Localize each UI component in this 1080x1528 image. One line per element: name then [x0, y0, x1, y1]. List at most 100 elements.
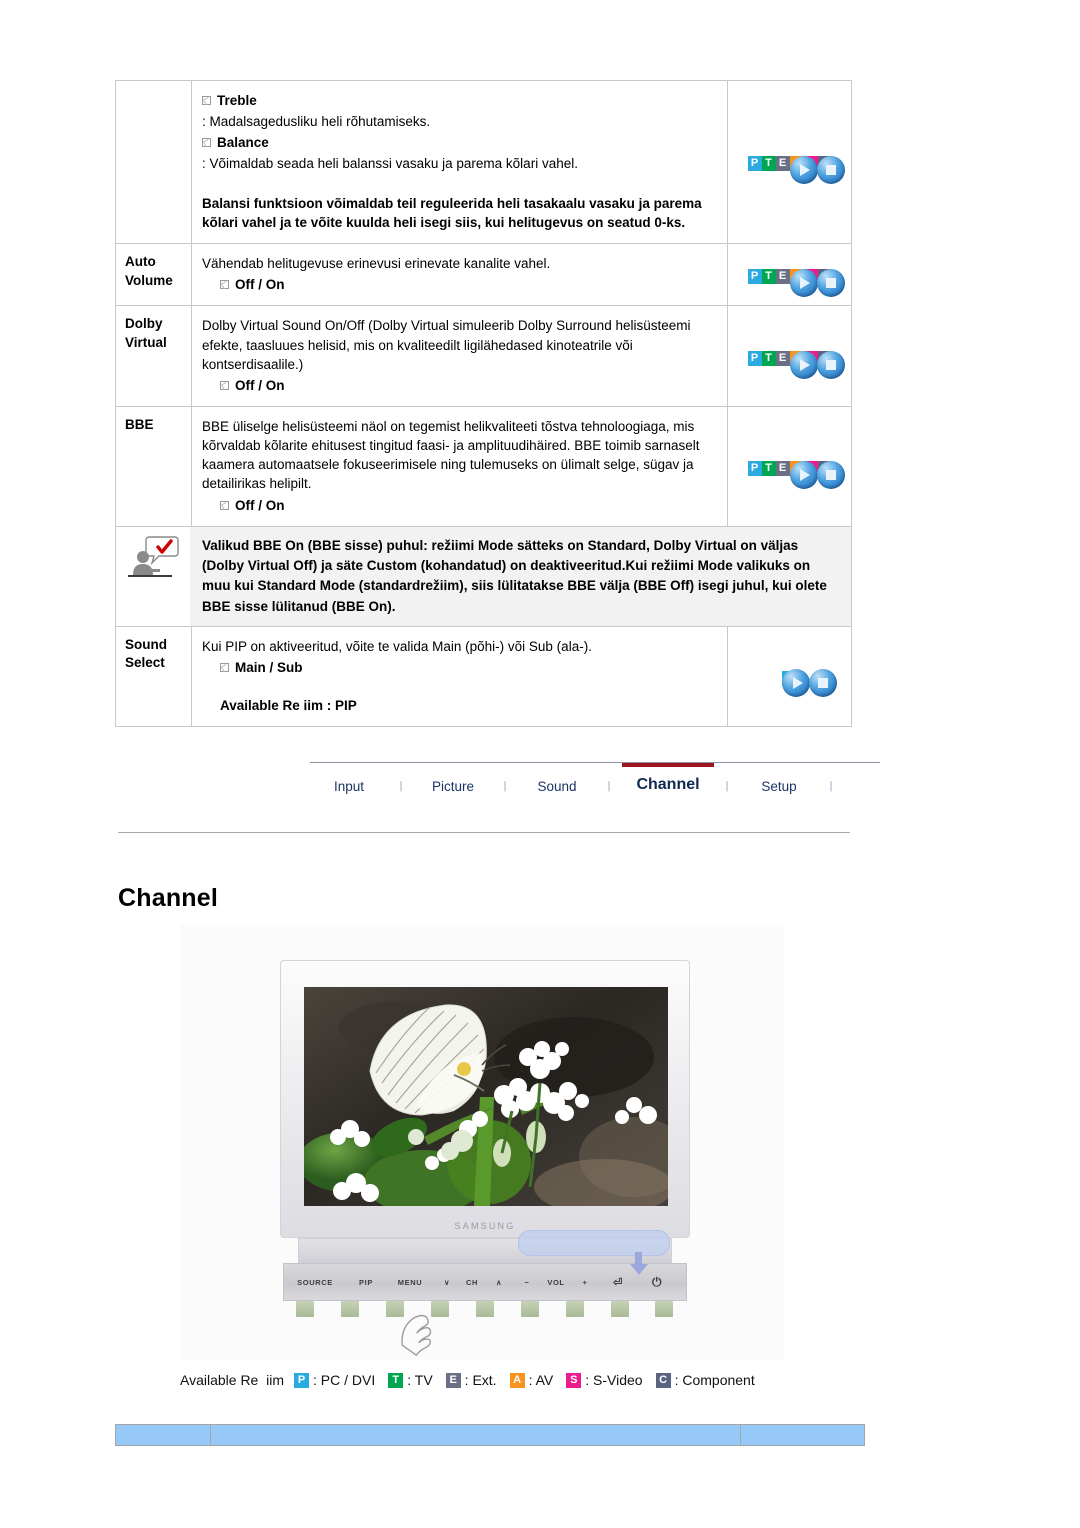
- row-icon-cell: P T E A S C: [727, 79, 852, 245]
- foot: [520, 1301, 539, 1317]
- row-option: Off / On: [202, 376, 717, 395]
- foot: [475, 1301, 494, 1317]
- row-label-dolby-virtual: Dolby Virtual: [115, 305, 192, 407]
- row-option: Off / On: [202, 275, 717, 294]
- checkbox-marker-icon: [220, 500, 229, 510]
- foot: [296, 1301, 315, 1317]
- pteasc-cell-t: T: [761, 460, 776, 476]
- bottom-bar-segment: [211, 1425, 741, 1445]
- row-lead-text: Kui PIP on aktiveeritud, võite te valida…: [202, 638, 592, 654]
- foot: [565, 1301, 584, 1317]
- nav-separator: |: [607, 780, 611, 792]
- row-lead-text: Vähendab helitugevuse erinevusi erinevat…: [202, 256, 551, 272]
- section-nav-tabs: Input | Picture | Sound | Channel | Setu…: [310, 762, 880, 798]
- pteasc-icon: P T E A S C: [747, 269, 845, 298]
- row-icon-cell: P T E A S C: [727, 405, 852, 527]
- bullet-balance-desc: : Võimaldab seada heli balanssi vasaku j…: [202, 156, 578, 172]
- tab-input[interactable]: Input: [310, 770, 388, 798]
- button-vol-plus[interactable]: +: [572, 1278, 598, 1287]
- option-label: Off / On: [235, 277, 285, 293]
- table-row: Treble : Madalsagedusliku heli rõhutamis…: [115, 79, 852, 245]
- row-label-bbe: BBE: [115, 405, 192, 527]
- option-label: Off / On: [235, 377, 285, 393]
- pteasc-icon: P T E A S C: [747, 460, 845, 489]
- legend-text: : TV: [407, 1372, 433, 1388]
- legend-item-component: C : Component: [655, 1372, 755, 1388]
- tab-channel[interactable]: Channel: [622, 763, 714, 798]
- badge-t-icon: T: [388, 1372, 404, 1388]
- pteasc-cell-p: P: [747, 350, 762, 366]
- row-label: [115, 79, 192, 245]
- balance-note-text: Balansi funktsioon võimaldab teil regule…: [202, 195, 702, 231]
- nav-separator: |: [829, 780, 833, 792]
- row-lead-text: Dolby Virtual Sound On/Off (Dolby Virtua…: [202, 318, 691, 372]
- power-icon[interactable]: ⏻: [638, 1275, 676, 1290]
- row-icon-cell: P T E A S C: [727, 305, 852, 407]
- button-source[interactable]: SOURCE: [284, 1278, 346, 1287]
- checkbox-marker-icon: [220, 662, 229, 672]
- play-orb-icon: [789, 156, 818, 185]
- tab-sound[interactable]: Sound: [518, 770, 596, 798]
- button-pip[interactable]: PIP: [346, 1278, 386, 1287]
- foot: [610, 1301, 629, 1317]
- button-menu[interactable]: MENU: [386, 1278, 434, 1287]
- chevron-down-icon[interactable]: ∨: [434, 1278, 460, 1287]
- monitor-bezel: SAMSUNG: [280, 960, 690, 1238]
- table-row-sound-select: Sound Select Kui PIP on aktiveeritud, võ…: [115, 625, 852, 727]
- row-label-sound-select: Sound Select: [115, 625, 192, 727]
- play-orb-icon: [789, 350, 818, 379]
- tab-setup[interactable]: Setup: [740, 770, 818, 798]
- arrow-down-icon: [630, 1264, 648, 1275]
- badge-s-icon: S: [566, 1372, 582, 1388]
- pteasc-cell-p: P: [747, 460, 762, 476]
- legend-item-tv: T : TV: [388, 1372, 433, 1388]
- bullet-title: Balance: [217, 135, 269, 151]
- nav-separator: |: [503, 780, 507, 792]
- page-title: Channel: [118, 884, 219, 912]
- nav-separator: |: [725, 780, 729, 792]
- bottom-bar-segment: [116, 1425, 211, 1445]
- stop-orb-icon: [816, 350, 845, 379]
- play-orb-icon: [782, 668, 810, 697]
- row-option: Main / Sub: [202, 658, 717, 677]
- label-vol: VOL: [547, 1277, 565, 1287]
- badge-e-icon: E: [445, 1372, 461, 1388]
- button-vol-minus[interactable]: −: [514, 1278, 540, 1287]
- chevron-up-icon[interactable]: ∧: [484, 1278, 514, 1287]
- row-description: Treble : Madalsagedusliku heli rõhutamis…: [191, 79, 728, 245]
- legend-text: : Ext.: [464, 1372, 497, 1388]
- horizontal-divider: [118, 832, 850, 833]
- badge-p-icon: P: [294, 1372, 310, 1388]
- table-row: Auto Volume Vähendab helitugevuse erinev…: [115, 243, 852, 307]
- row-description: Kui PIP on aktiveeritud, võite te valida…: [191, 625, 728, 727]
- legend-item-s-video: S : S-Video: [566, 1372, 643, 1388]
- checkbox-marker-icon: [220, 380, 229, 390]
- play-orb-icon: [789, 460, 818, 489]
- pteasc-icon: P T E A S C: [747, 350, 845, 379]
- pteasc-cell-e: E: [775, 460, 790, 476]
- monitor-feet: [283, 1301, 687, 1317]
- monitor-figure: SAMSUNG SOURCE PIP MENU ∨ CH ∧ − VOL + ⏎…: [180, 925, 784, 1360]
- enter-icon[interactable]: ⏎: [598, 1276, 638, 1289]
- badge-a-icon: A: [509, 1372, 525, 1388]
- foot: [655, 1301, 674, 1317]
- pteasc-cell-t: T: [761, 269, 776, 285]
- legend-item-av: A : AV: [509, 1372, 553, 1388]
- callout-balloon: [518, 1230, 670, 1256]
- bottom-progress-bar: [115, 1424, 865, 1446]
- row-option: Off / On: [202, 496, 717, 515]
- available-mode-legend: Available Re iim P : PC / DVI T : TV E :…: [180, 1372, 768, 1388]
- legend-item-pc-dvi: P : PC / DVI: [294, 1372, 375, 1388]
- pteasc-cell-t: T: [761, 350, 776, 366]
- stop-orb-icon: [816, 156, 845, 185]
- note-row: Valikud BBE On (BBE sisse) puhul: režiim…: [115, 525, 852, 627]
- row-lead-text: BBE üliselge helisüsteemi näol on tegemi…: [202, 418, 700, 492]
- row-icon-cell: P T E A S C: [727, 243, 852, 307]
- tab-picture[interactable]: Picture: [414, 770, 492, 798]
- bullet-balance: Balance: [202, 133, 717, 152]
- option-label: Off / On: [235, 497, 285, 513]
- play-orb-icon: [789, 269, 818, 298]
- stop-orb-icon: [809, 668, 837, 697]
- row-description: BBE üliselge helisüsteemi näol on tegemi…: [191, 405, 728, 527]
